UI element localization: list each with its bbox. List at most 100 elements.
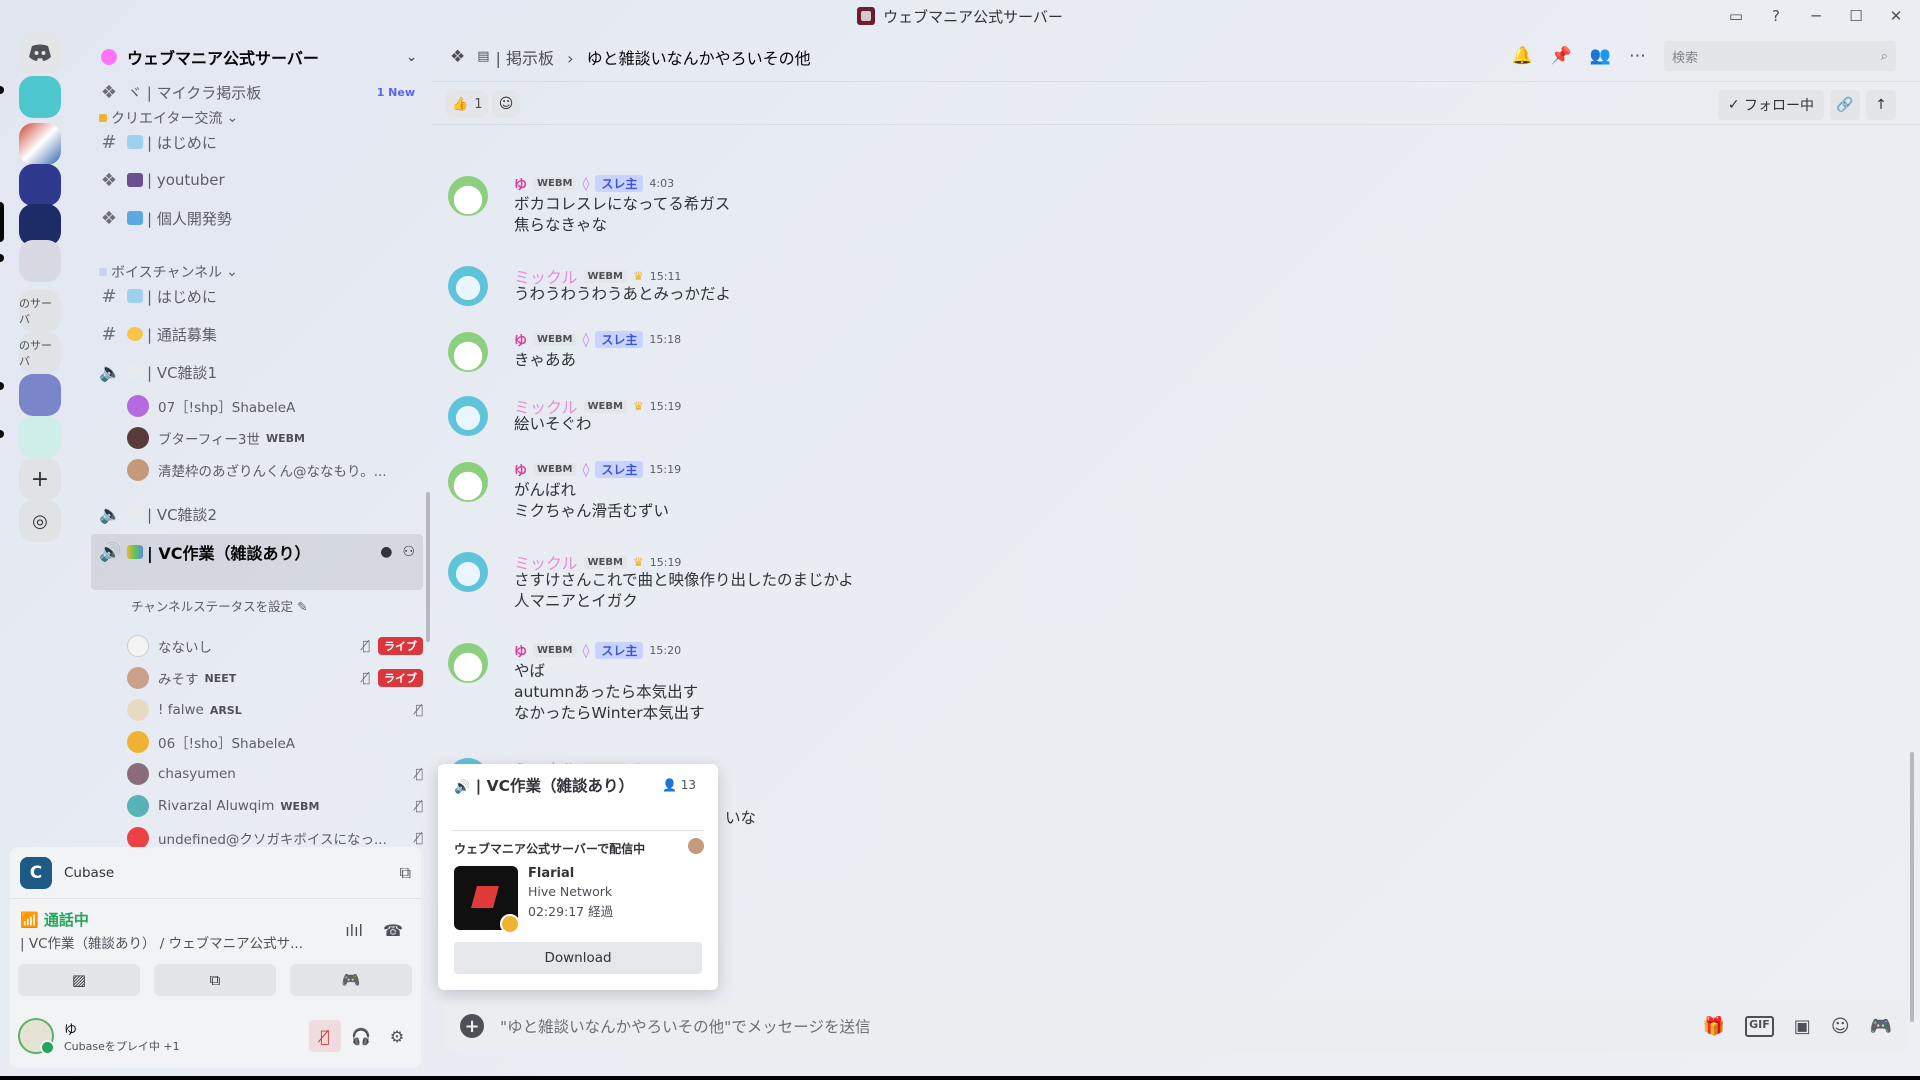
avatar[interactable] [448,396,488,436]
live-badge: ライブ [378,637,423,655]
reaction-thumbs-up[interactable]: 👍 1 [446,91,489,117]
guild-tag[interactable]: WEBM [583,555,627,569]
add-member-icon[interactable]: ⚇ [402,544,415,560]
voice-user[interactable]: ブターフィー3世 WEBM [127,424,423,452]
discord-home-icon[interactable] [19,32,61,74]
author-name[interactable]: ゆ [514,174,527,193]
chat-scrollbar[interactable] [1910,752,1914,1022]
avatar[interactable] [448,462,488,502]
channel-item[interactable]: # | はじめに [91,280,423,312]
username: ゆ [64,1022,78,1038]
gif-icon[interactable]: GIF [1745,1015,1774,1037]
author-name[interactable]: ゆ [514,641,527,660]
timestamp[interactable]: 15:19 [650,400,682,413]
members-icon[interactable]: 👥 [1590,46,1611,66]
help-icon[interactable]: ? [1758,0,1794,32]
download-button[interactable]: Download [454,942,702,974]
activity-row[interactable]: C Cubase ⧉ [10,847,421,899]
inbox-icon[interactable]: ▭ [1718,0,1754,32]
screen-share-icon[interactable]: ⧉ [400,863,411,883]
guild-tag[interactable]: WEBM [533,177,577,190]
discover-icon[interactable]: ◎ [19,500,61,542]
close-icon[interactable]: ✕ [1878,0,1914,32]
add-server-icon[interactable]: + [19,458,61,500]
gift-icon[interactable]: 🎁 [1703,1016,1725,1037]
jump-top-button[interactable]: ↑ [1866,90,1896,120]
voice-channel-connected[interactable]: 🔊 | VC作業（雑談あり） ● ⚇ [91,536,423,568]
category-header[interactable]: ボイスチャンネル ⌄ [99,262,238,282]
bell-icon[interactable]: 🔔 [1511,46,1532,66]
timestamp[interactable]: 15:11 [650,270,682,283]
maximize-icon[interactable]: ☐ [1838,0,1874,32]
activity-button[interactable]: 🎮 [290,964,412,996]
voice-user[interactable]: みそす NEET 🎙̸ ライブ [127,664,423,692]
camera-off-button[interactable]: ▨ [18,964,140,996]
author-name[interactable]: ゆ [514,330,527,349]
follow-button[interactable]: ✓ フォロー中 [1717,90,1824,120]
avatar[interactable] [448,266,488,306]
copy-link-button[interactable]: 🔗 [1830,90,1860,120]
sticker-icon[interactable]: ▣ [1794,1016,1811,1037]
timestamp[interactable]: 15:20 [649,644,681,657]
server-avatar[interactable] [19,76,61,118]
screen-share-button[interactable]: ⧉ [154,964,276,996]
channel-status[interactable]: チャンネルステータスを設定 ✎ [131,596,308,615]
voice-user[interactable]: Rivarzal Aluwqim WEBM 🎙̸ [127,792,423,820]
voice-user[interactable]: なないし 🎙̸ ライブ [127,632,423,660]
avatar[interactable] [448,332,488,372]
minimize-icon[interactable]: ─ [1798,0,1834,32]
gear-icon[interactable]: ⚙ [381,1020,413,1052]
voice-user[interactable]: 07［!shp］ShabeleA [127,392,423,420]
guild-tag[interactable]: WEBM [583,399,627,413]
noise-suppression-icon[interactable]: ılıl [345,921,363,940]
message-composer[interactable]: + "ゆと雑談いなんかやろいその他"でメッセージを送信 🎁 GIF ▣ ☺ 🎮 [444,1000,1908,1052]
avatar[interactable] [448,176,488,216]
guild-tag[interactable]: WEBM [583,269,627,283]
server-avatar[interactable] [19,416,61,458]
pin-icon[interactable]: 📌 [1551,46,1572,66]
avatar[interactable] [18,1018,55,1055]
server-text-avatar[interactable]: のサーバ [19,332,61,374]
server-avatar[interactable] [19,164,61,206]
timestamp[interactable]: 15:18 [649,333,681,346]
more-icon[interactable]: ⋯ [1629,46,1646,66]
mic-muted-icon[interactable]: 🎙̸ [309,1020,341,1052]
channel-item[interactable]: # | はじめに [91,126,423,158]
voice-user[interactable]: chasyumen 🎙̸ [127,760,423,788]
server-avatar[interactable] [19,240,61,282]
headphones-icon[interactable]: 🎧 [345,1020,377,1052]
timestamp[interactable]: 4:03 [649,177,674,190]
guild-tag[interactable]: WEBM [533,333,577,346]
forum-channel[interactable]: ❖ | youtuber [91,164,423,196]
server-text-avatar[interactable]: のサーバ [19,290,61,332]
emoji-icon[interactable]: ☺ [1831,1016,1850,1037]
voice-user[interactable]: 06［!sho］ShabeleA [127,728,423,756]
avatar[interactable] [448,643,488,683]
guild-tag[interactable]: WEBM [533,463,577,476]
plus-icon[interactable]: + [460,1014,484,1038]
channel-item[interactable]: # | 通話募集 [91,318,423,350]
sidebar-scrollbar[interactable] [426,492,430,642]
forum-channel[interactable]: ❖ ヾ | マイクラ掲示板 1 New [91,76,423,108]
voice-channel[interactable]: 🔈 | VC雑談1 [91,356,423,388]
message-input[interactable]: "ゆと雑談いなんかやろいその他"でメッセージを送信 [500,1015,870,1037]
guild-tag[interactable]: WEBM [533,644,577,657]
avatar[interactable] [448,552,488,592]
gamepad-icon[interactable]: 🎮 [1870,1016,1892,1037]
server-avatar[interactable] [19,374,61,416]
disconnect-icon[interactable]: ☎ [383,921,403,940]
timestamp[interactable]: 15:19 [650,556,682,569]
chat-bubble-icon[interactable]: ● [380,544,392,560]
voice-user[interactable]: 清楚枠のあざりんくん@ななもり。... [127,456,423,484]
voice-user[interactable]: ! falwe ARSL 🎙̸ [127,696,423,724]
server-avatar[interactable] [19,123,61,165]
voice-channel[interactable]: 🔈 | VC雑談2 [91,498,423,530]
timestamp[interactable]: 15:19 [649,463,681,476]
server-header[interactable]: ウェブマニア公式サーバー ⌄ [81,32,431,82]
add-reaction-button[interactable]: ☺ [492,91,520,117]
author-name[interactable]: ゆ [514,460,527,479]
breadcrumb[interactable]: | 掲示板 › ゆと雑談いなんかやろいその他 [496,45,811,69]
category-header[interactable]: クリエイター交流 ⌄ [99,108,238,128]
forum-channel[interactable]: ❖ | 個人開発勢 [91,202,423,234]
search-input[interactable]: 検索 ⌕ [1664,41,1896,71]
